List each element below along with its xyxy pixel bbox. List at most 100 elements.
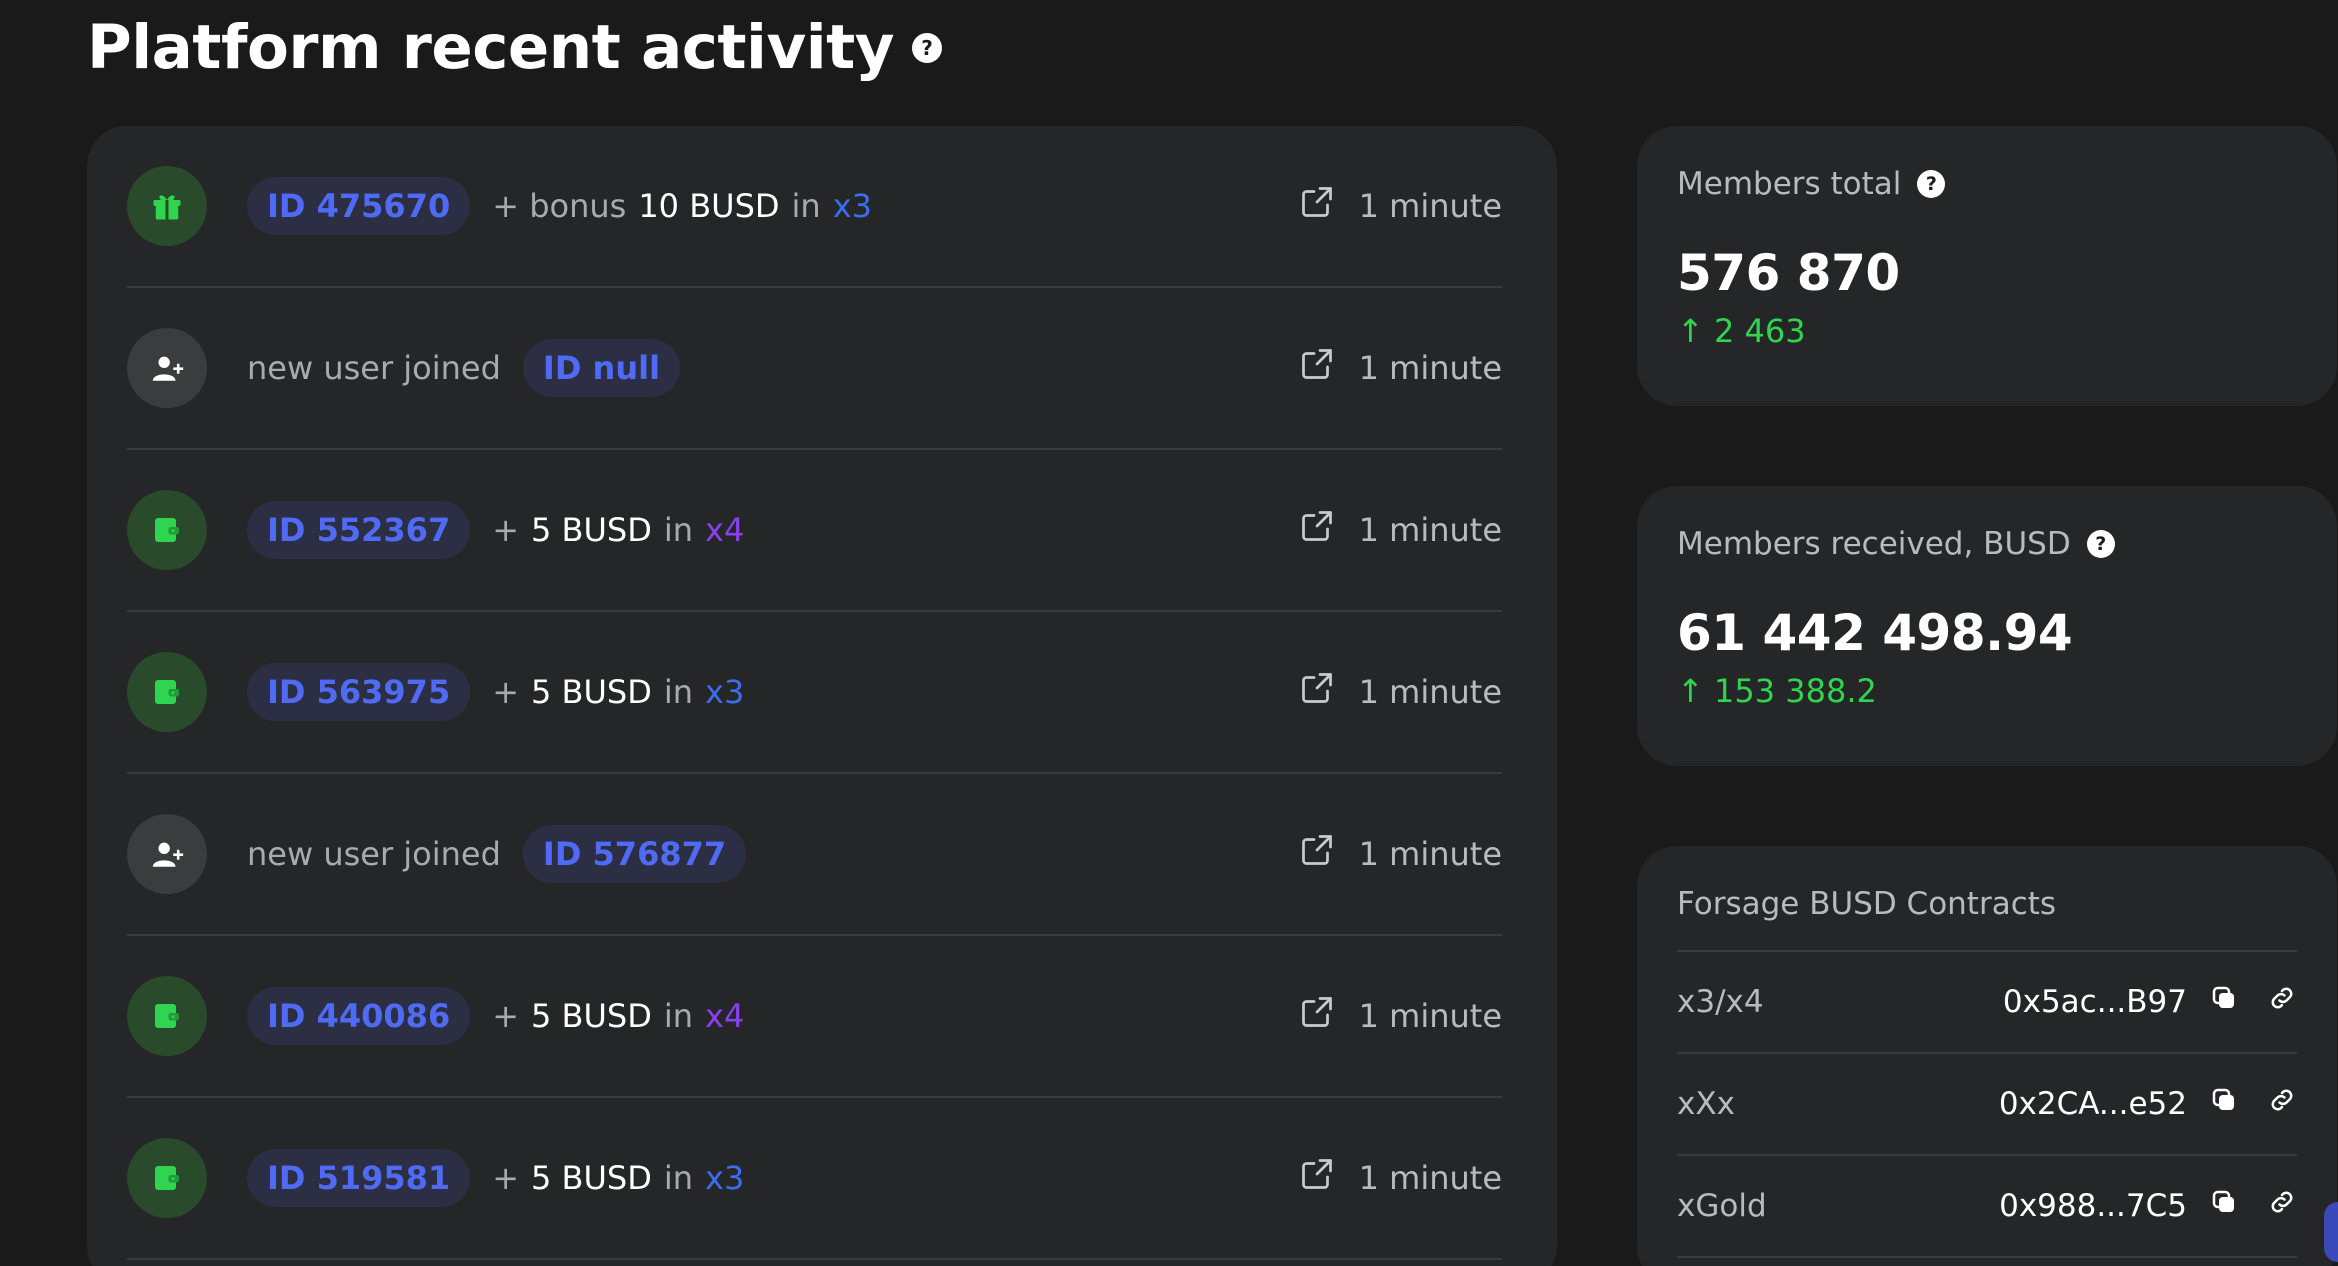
activity-row: ID 440086 +5 BUSD in x4 1 minute <box>127 936 1502 1098</box>
activity-time: 1 minute <box>1358 835 1502 873</box>
amount-prefix: + bonus <box>492 187 627 225</box>
activity-row: ID 519581 +5 BUSD in x3 1 minute <box>127 1098 1502 1260</box>
amount-value: 5 BUSD <box>531 997 652 1035</box>
amount-value: 5 BUSD <box>531 1159 652 1197</box>
activity-meta: 1 minute <box>1299 1156 1502 1200</box>
members-received-delta: ↑ 153 388.2 <box>1677 672 1877 710</box>
contract-actions <box>2209 1085 2297 1123</box>
amount-prefix: + <box>492 511 520 549</box>
copy-icon[interactable] <box>2209 983 2239 1021</box>
help-icon[interactable]: ? <box>912 32 943 63</box>
contract-address: 0x2CA...e52 <box>1998 1086 2187 1122</box>
program-name: x3 <box>705 1159 745 1197</box>
contract-name: xXx <box>1677 1086 1735 1122</box>
contracts-list: x3/x4 0x5ac...B97 xXx 0x2CA...e52 xGold 0x988… <box>1677 952 2297 1258</box>
external-link-icon[interactable] <box>1299 994 1335 1038</box>
amount-value: 5 BUSD <box>531 673 652 711</box>
external-link-icon[interactable] <box>1299 508 1335 552</box>
user-id-badge[interactable]: ID 552367 <box>247 501 471 559</box>
join-text: new user joined <box>247 835 501 873</box>
wallet-icon <box>127 490 207 570</box>
activity-meta: 1 minute <box>1299 670 1502 714</box>
program-name: x3 <box>705 673 745 711</box>
activity-time: 1 minute <box>1358 997 1502 1035</box>
activity-row: ID 563975 +5 BUSD in x3 1 minute <box>127 612 1502 774</box>
user-id-badge[interactable]: ID 519581 <box>247 1149 471 1207</box>
activity-meta: 1 minute <box>1299 508 1502 552</box>
contract-name: xGold <box>1677 1188 1767 1224</box>
page-title-group: Platform recent activity ? <box>87 14 943 81</box>
activity-row: ID 552367 +5 BUSD in x4 1 minute <box>127 450 1502 612</box>
activity-time: 1 minute <box>1358 673 1502 711</box>
in-word: in <box>663 511 694 549</box>
members-received-value: 61 442 498.94 <box>1677 604 2073 662</box>
activity-description: new user joined ID null <box>247 339 681 397</box>
link-icon[interactable] <box>2267 1085 2297 1123</box>
activity-meta: 1 minute <box>1299 994 1502 1038</box>
members-received-card: Members received, BUSD ? 61 442 498.94 ↑… <box>1637 486 2337 766</box>
members-total-value: 576 870 <box>1677 244 1900 302</box>
contract-row: xXx 0x2CA...e52 <box>1677 1054 2297 1156</box>
activity-time: 1 minute <box>1358 511 1502 549</box>
activity-description: ID 440086 +5 BUSD in x4 <box>247 987 744 1045</box>
contract-address: 0x5ac...B97 <box>2002 984 2187 1020</box>
external-link-icon[interactable] <box>1299 832 1335 876</box>
program-name: x4 <box>705 511 745 549</box>
in-word: in <box>791 187 821 225</box>
link-icon[interactable] <box>2267 983 2297 1021</box>
user-id-badge[interactable]: ID null <box>522 339 681 397</box>
activity-meta: 1 minute <box>1299 184 1502 228</box>
activity-time: 1 minute <box>1358 349 1502 387</box>
members-total-label: Members total <box>1677 166 1902 202</box>
activity-description: ID 563975 +5 BUSD in x3 <box>247 663 744 721</box>
help-icon[interactable]: ? <box>1917 170 1946 198</box>
members-total-delta: ↑ 2 463 <box>1677 312 1806 350</box>
contracts-label: Forsage BUSD Contracts <box>1677 886 2057 922</box>
help-icon[interactable]: ? <box>2086 530 2115 558</box>
contract-name: x3/x4 <box>1677 984 1764 1020</box>
join-text: new user joined <box>247 349 501 387</box>
contract-address: 0x988...7C5 <box>1999 1188 2187 1224</box>
activity-row: new user joined ID null 1 minute <box>127 288 1502 450</box>
activity-row: ID 475670 + bonus 10 BUSD in x3 1 minute <box>127 126 1502 288</box>
user-id-badge[interactable]: ID 563975 <box>247 663 471 721</box>
amount-prefix: + <box>492 673 520 711</box>
user-id-badge[interactable]: ID 475670 <box>247 177 471 235</box>
activity-time: 1 minute <box>1358 187 1502 225</box>
activity-description: ID 475670 + bonus 10 BUSD in x3 <box>247 177 872 235</box>
amount-prefix: + <box>492 1159 520 1197</box>
external-link-icon[interactable] <box>1299 670 1335 714</box>
amount-prefix: + <box>492 997 520 1035</box>
contract-row: x3/x4 0x5ac...B97 <box>1677 952 2297 1054</box>
contracts-card: Forsage BUSD Contracts x3/x4 0x5ac...B97 x… <box>1637 846 2337 1266</box>
activity-meta: 1 minute <box>1299 346 1502 390</box>
user-plus-icon <box>127 328 207 408</box>
activity-panel: ID 475670 + bonus 10 BUSD in x3 1 minute new u… <box>87 126 1557 1266</box>
wallet-icon <box>127 1138 207 1218</box>
program-name: x3 <box>832 187 872 225</box>
floating-widget-edge[interactable] <box>2324 1202 2338 1262</box>
user-id-badge[interactable]: ID 576877 <box>522 825 747 883</box>
user-id-badge[interactable]: ID 440086 <box>247 987 471 1045</box>
activity-description: new user joined ID 576877 <box>247 825 747 883</box>
program-name: x4 <box>705 997 745 1035</box>
contract-actions <box>2209 1187 2297 1225</box>
external-link-icon[interactable] <box>1299 346 1335 390</box>
wallet-icon <box>127 976 207 1056</box>
in-word: in <box>663 673 694 711</box>
contract-actions <box>2209 983 2297 1021</box>
copy-icon[interactable] <box>2209 1187 2239 1225</box>
in-word: in <box>663 997 694 1035</box>
external-link-icon[interactable] <box>1299 1156 1335 1200</box>
link-icon[interactable] <box>2267 1187 2297 1225</box>
contract-row: xGold 0x988...7C5 <box>1677 1156 2297 1258</box>
activity-description: ID 519581 +5 BUSD in x3 <box>247 1149 744 1207</box>
activity-time: 1 minute <box>1358 1159 1502 1197</box>
in-word: in <box>663 1159 694 1197</box>
copy-icon[interactable] <box>2209 1085 2239 1123</box>
external-link-icon[interactable] <box>1299 184 1335 228</box>
amount-value: 10 BUSD <box>638 187 780 225</box>
activity-description: ID 552367 +5 BUSD in x4 <box>247 501 744 559</box>
activity-row: new user joined ID 576877 1 minute <box>127 774 1502 936</box>
page: Platform recent activity ? ID 475670 + bo… <box>0 0 2338 1266</box>
